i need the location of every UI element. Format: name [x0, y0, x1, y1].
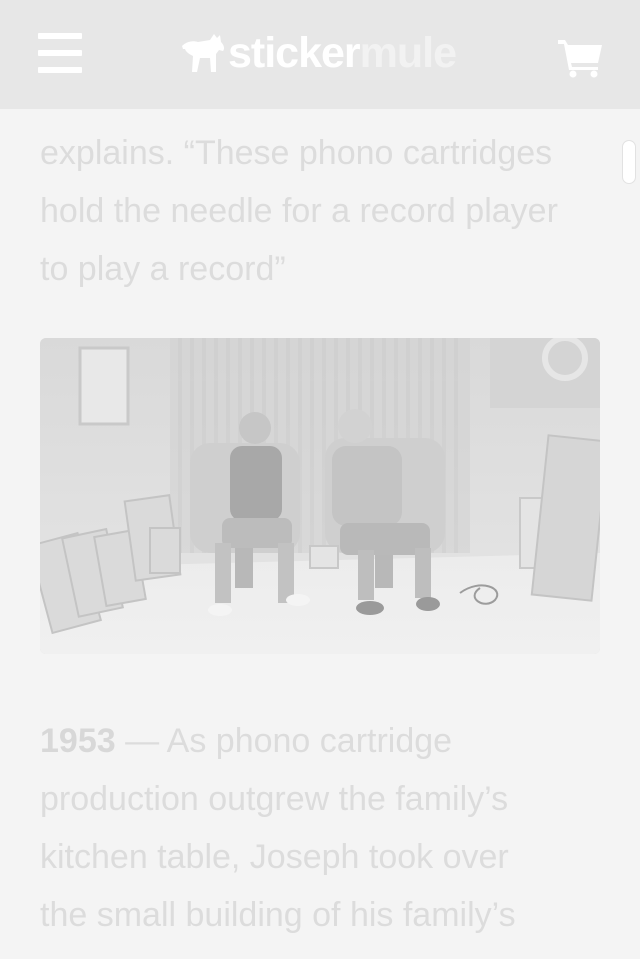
year-label: 1953 — [40, 722, 116, 760]
scrollbar-thumb[interactable] — [622, 140, 636, 184]
paragraph-line: production outgrew the family’s — [40, 780, 509, 818]
paragraph-line: kitchen table, Joseph took over — [40, 838, 509, 876]
em-dash: — — [115, 722, 167, 760]
page: explains. “These phono cartridges hold t… — [0, 0, 640, 959]
shopping-cart-icon[interactable] — [556, 36, 604, 78]
cart-glyph — [558, 40, 602, 78]
site-header: sticker mule — [0, 0, 640, 109]
menu-bar — [38, 33, 82, 39]
article-paragraph-bottom: 1953 — As phono cartridge production out… — [40, 712, 620, 944]
menu-bar — [38, 67, 82, 73]
studio-photo — [40, 338, 600, 654]
stickermule-logo[interactable]: sticker mule — [180, 28, 457, 78]
menu-bar — [38, 50, 82, 56]
paragraph-line: to play a record” — [40, 250, 286, 288]
studio-photo-image — [40, 338, 600, 654]
paragraph-text: As phono cartridge — [166, 722, 453, 760]
hamburger-menu-icon[interactable] — [38, 33, 82, 73]
paragraph-line: explains. “These phono cartridges — [40, 134, 553, 172]
logo-word-sticker: sticker — [228, 29, 361, 77]
paragraph-line: 1953 — As phono cartridge — [40, 712, 620, 770]
mule-logo-icon — [182, 34, 225, 72]
logo-word-mule: mule — [359, 29, 457, 77]
paragraph-line: hold the needle for a record player — [40, 192, 558, 230]
paragraph-line: the small building of his family’s — [40, 896, 516, 934]
